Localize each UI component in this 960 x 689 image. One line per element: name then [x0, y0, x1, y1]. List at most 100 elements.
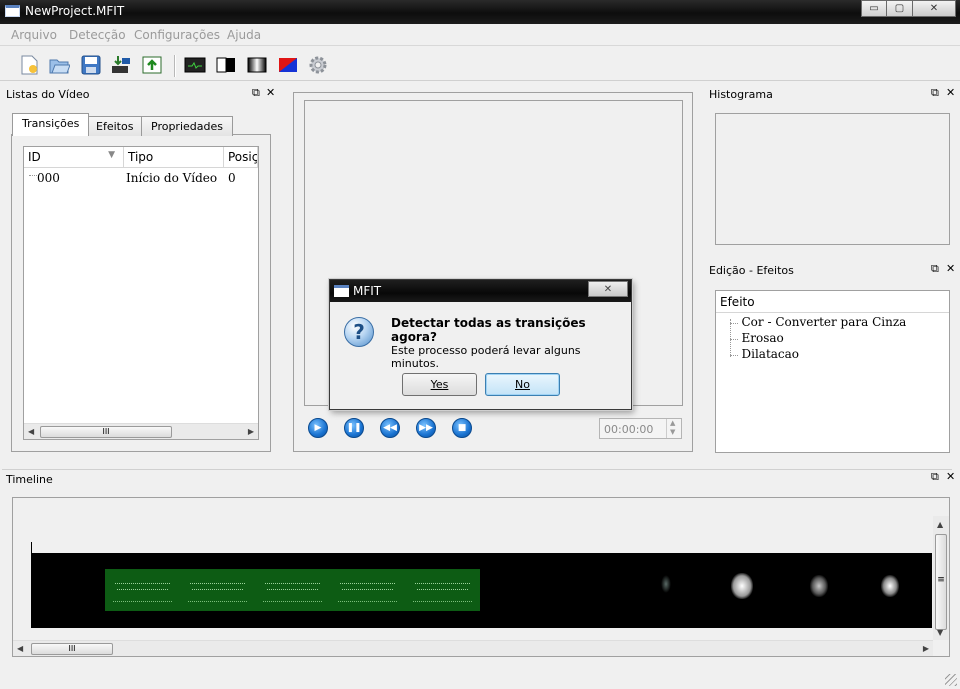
effect-label: Cor - Converter para Cinza — [741, 315, 907, 329]
monitor-icon[interactable] — [184, 54, 206, 76]
close-dock-icon[interactable]: ✕ — [266, 86, 275, 99]
close-effects-icon[interactable]: ✕ — [946, 262, 955, 275]
close-window-button[interactable]: ✕ — [913, 0, 956, 17]
scroll-left-icon[interactable]: ◀ — [28, 427, 34, 436]
transitions-table: ID ▼ Tipo Posiç 000 Início do Vídeo 0 ◀ … — [23, 146, 259, 440]
legendary-logo-frame-2[interactable] — [881, 575, 899, 597]
time-stepper[interactable]: ▲ ▼ — [666, 419, 681, 438]
list-item[interactable]: Erosao — [730, 331, 784, 345]
timeline-frame[interactable] — [255, 569, 330, 611]
scroll-left-icon[interactable]: ◀ — [17, 644, 23, 653]
new-file-icon[interactable] — [18, 54, 40, 76]
tab-efeitos[interactable]: Efeitos — [86, 116, 144, 136]
green-frames — [105, 569, 480, 611]
export-icon[interactable] — [141, 54, 163, 76]
play-icon[interactable]: ▶ — [308, 418, 328, 438]
row-posicao: 0 — [228, 171, 236, 185]
scroll-thumb[interactable]: III — [31, 643, 113, 655]
wb-logo-frame[interactable] — [731, 573, 753, 599]
gear-icon[interactable] — [307, 54, 329, 76]
effects-column-header[interactable]: Efeito — [716, 291, 949, 313]
timeline-frame-dark[interactable] — [661, 575, 671, 593]
bw-contrast-icon[interactable] — [215, 54, 237, 76]
list-item[interactable]: Cor - Converter para Cinza — [730, 315, 906, 329]
pause-icon[interactable]: ❚❚ — [344, 418, 364, 438]
timeline-horizontal-scrollbar[interactable]: ◀ III ▶ — [13, 640, 933, 656]
scroll-right-icon[interactable]: ▶ — [923, 644, 929, 653]
timeline-frame[interactable] — [105, 569, 180, 611]
timeline-dock-title: Timeline — [2, 469, 952, 487]
tab-transicoes[interactable]: Transições — [12, 113, 90, 136]
fast-forward-icon[interactable]: ▶▶ — [416, 418, 436, 438]
confirm-dialog: MFIT ✕ ? Detectar todas as transições ag… — [329, 279, 632, 410]
timeline-strip[interactable] — [31, 553, 932, 628]
question-icon: ? — [344, 317, 374, 347]
header-divider — [24, 167, 258, 168]
float-timeline-icon[interactable]: ⧉ — [931, 470, 939, 484]
scroll-right-icon[interactable]: ▶ — [248, 427, 254, 436]
vscroll-thumb[interactable]: ≡ — [935, 534, 947, 630]
window-title-bar: NewProject.MFIT ▭ ▢ ✕ — [0, 0, 960, 24]
yes-button[interactable]: Yes — [402, 373, 477, 396]
effects-tree: Efeito Cor - Converter para Cinza Erosao… — [715, 290, 950, 453]
video-list-dock-title: Listas do Vídeo — [2, 85, 282, 103]
list-item[interactable]: Dilatacao — [730, 347, 799, 361]
app-window-icon — [5, 5, 20, 17]
column-id-label: ID — [28, 150, 41, 164]
column-header-id[interactable]: ID ▼ — [24, 147, 124, 167]
resize-grip-icon[interactable] — [945, 674, 957, 686]
float-dock-icon[interactable]: ⧉ — [252, 86, 260, 100]
maximize-button[interactable]: ▢ — [887, 0, 913, 17]
scroll-thumb[interactable]: III — [40, 426, 172, 438]
row-id: 000 — [37, 171, 60, 185]
float-histogram-icon[interactable]: ⧉ — [931, 86, 939, 100]
save-disk-icon[interactable] — [80, 54, 102, 76]
table-row[interactable]: 000 Início do Vídeo 0 — [24, 169, 258, 187]
menu-deteccao[interactable]: Detecção — [69, 28, 126, 42]
row-tipo: Início do Vídeo — [126, 171, 218, 185]
scroll-up-icon[interactable]: ▲ — [937, 520, 943, 529]
effect-label: Erosao — [741, 331, 784, 345]
table-horizontal-scrollbar[interactable]: ◀ III ▶ — [24, 423, 258, 439]
dialog-message: Este processo poderá levar alguns minuto… — [391, 344, 581, 370]
toolbar-separator — [174, 55, 176, 77]
histogram-canvas — [715, 113, 950, 245]
timeline-frame[interactable] — [330, 569, 405, 611]
menu-arquivo[interactable]: Arquivo — [11, 28, 57, 42]
gradient-icon[interactable] — [246, 54, 268, 76]
dialog-close-button[interactable]: ✕ — [588, 281, 628, 297]
menu-configuracoes[interactable]: Configurações — [134, 28, 220, 42]
tree-connector — [29, 175, 37, 176]
tree-connector — [730, 322, 738, 324]
step-up-icon[interactable]: ▲ — [670, 419, 675, 427]
effect-label: Dilatacao — [741, 347, 800, 361]
histogram-dock-title: Histograma — [705, 85, 955, 103]
tab-propriedades[interactable]: Propriedades — [141, 116, 233, 136]
column-header-posicao[interactable]: Posiç — [224, 147, 258, 167]
stop-icon[interactable]: ■ — [452, 418, 472, 438]
import-video-icon[interactable] — [110, 54, 132, 76]
timeline-frame[interactable] — [405, 569, 480, 611]
close-timeline-icon[interactable]: ✕ — [946, 470, 955, 483]
toolbar — [0, 47, 960, 81]
color-swap-icon[interactable] — [277, 54, 299, 76]
column-header-tipo[interactable]: Tipo — [124, 147, 224, 167]
time-spinbox[interactable]: 00:00:00 ▲ ▼ — [599, 418, 682, 439]
open-folder-icon[interactable] — [48, 54, 71, 76]
rewind-icon[interactable]: ◀◀ — [380, 418, 400, 438]
legendary-logo-frame[interactable] — [810, 575, 828, 597]
menu-bar: Arquivo Detecção Configurações Ajuda — [0, 24, 960, 46]
timeline-vertical-scrollbar[interactable]: ▲ ≡ ▼ — [933, 516, 949, 640]
minimize-button[interactable]: ▭ — [861, 0, 887, 17]
close-histogram-icon[interactable]: ✕ — [946, 86, 955, 99]
no-button[interactable]: No — [485, 373, 560, 396]
menu-ajuda[interactable]: Ajuda — [227, 28, 261, 42]
step-down-icon[interactable]: ▼ — [670, 428, 675, 436]
timeline-frame[interactable] — [180, 569, 255, 611]
scroll-down-icon[interactable]: ▼ — [937, 628, 943, 637]
video-list-title: Listas do Vídeo — [6, 88, 90, 101]
dialog-question: Detectar todas as transições agora? — [391, 316, 586, 344]
effects-dock-title: Edição - Efeitos — [705, 261, 955, 279]
window-title: NewProject.MFIT — [25, 4, 125, 18]
float-effects-icon[interactable]: ⧉ — [931, 262, 939, 276]
